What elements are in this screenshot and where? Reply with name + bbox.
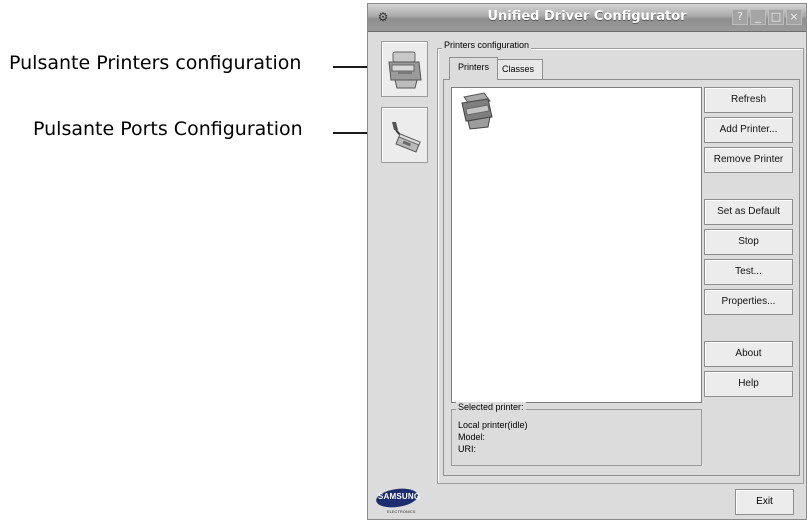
tab-printers[interactable]: Printers xyxy=(449,57,499,80)
refresh-button[interactable]: Refresh xyxy=(704,87,793,113)
remove-printer-button[interactable]: Remove Printer xyxy=(704,147,793,173)
samsung-logo-subtext: ELECTRONICS xyxy=(387,509,416,514)
window-controls: ? _ □ × xyxy=(732,9,802,25)
maximize-button[interactable]: □ xyxy=(768,9,784,25)
properties-button[interactable]: Properties... xyxy=(704,289,793,315)
selected-printer-status: Local printer(idle) xyxy=(458,420,528,430)
group-legend: Printers configuration xyxy=(442,40,532,50)
port-icon xyxy=(392,122,421,153)
exit-button[interactable]: Exit xyxy=(735,489,794,515)
test-button[interactable]: Test... xyxy=(704,259,793,285)
selected-printer-group xyxy=(451,409,702,466)
printer-list-item-icon[interactable] xyxy=(458,91,496,131)
title-bar[interactable]: ⚙ Unified Driver Configurator ? _ □ × xyxy=(368,4,806,32)
help-button[interactable]: Help xyxy=(704,371,793,397)
stop-button[interactable]: Stop xyxy=(704,229,793,255)
add-printer-button[interactable]: Add Printer... xyxy=(704,117,793,143)
set-default-button[interactable]: Set as Default xyxy=(704,199,793,225)
printer-icon xyxy=(388,51,422,89)
about-button[interactable]: About xyxy=(704,341,793,367)
printer-list[interactable] xyxy=(451,87,702,403)
ports-configuration-button[interactable] xyxy=(381,107,428,163)
samsung-logo-text: SAMSUNG xyxy=(378,492,421,501)
callout-ports-label: Pulsante Ports Configuration xyxy=(33,118,303,140)
selected-printer-uri: URI: xyxy=(458,444,476,454)
selected-printer-legend: Selected printer: xyxy=(456,402,526,412)
help-title-button[interactable]: ? xyxy=(732,9,748,25)
samsung-logo: SAMSUNG ELECTRONICS xyxy=(375,487,420,517)
tab-classes[interactable]: Classes xyxy=(493,59,544,79)
minimize-button[interactable]: _ xyxy=(750,9,766,25)
selected-printer-model: Model: xyxy=(458,432,486,442)
printers-configuration-button[interactable] xyxy=(381,41,428,97)
main-window: ⚙ Unified Driver Configurator ? _ □ × Pr… xyxy=(367,3,807,520)
callout-printers-label: Pulsante Printers configuration xyxy=(9,52,302,74)
close-button[interactable]: × xyxy=(786,9,802,25)
